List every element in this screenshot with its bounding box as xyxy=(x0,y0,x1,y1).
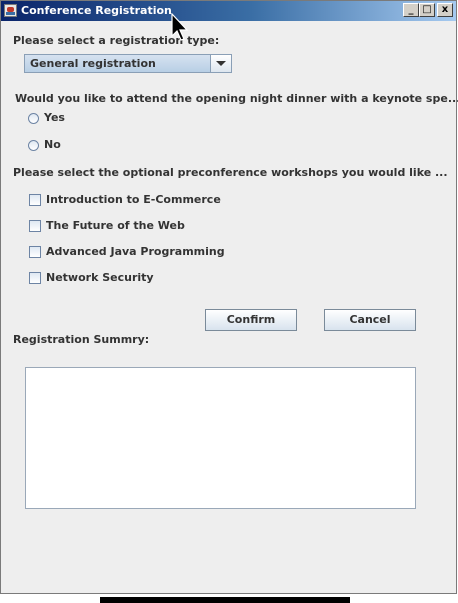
cancel-button[interactable]: Cancel xyxy=(324,309,416,331)
workshop-label-network-security[interactable]: Network Security xyxy=(46,271,154,284)
dinner-no-radio[interactable] xyxy=(28,140,39,151)
workshop-checkbox-ecommerce[interactable] xyxy=(29,194,41,206)
registration-summary-textarea[interactable] xyxy=(25,367,416,509)
close-button[interactable]: x xyxy=(437,3,453,17)
window-title: Conference Registration xyxy=(21,4,172,17)
workshop-checkbox-java[interactable] xyxy=(29,246,41,258)
maximize-button[interactable]: □ xyxy=(419,3,435,17)
dinner-question-label: Would you like to attend the opening nig… xyxy=(15,92,458,105)
dinner-yes-radio[interactable] xyxy=(28,113,39,124)
dinner-yes-label[interactable]: Yes xyxy=(44,111,65,124)
confirm-button[interactable]: Confirm xyxy=(205,309,297,331)
title-bar[interactable]: Conference Registration _ □ x xyxy=(1,1,456,21)
java-app-icon xyxy=(4,4,17,17)
workshops-label: Please select the optional preconference… xyxy=(13,166,448,179)
minimize-button[interactable]: _ xyxy=(403,3,419,17)
workshop-checkbox-future-web[interactable] xyxy=(29,220,41,232)
dinner-no-label[interactable]: No xyxy=(44,138,61,151)
registration-type-value: General registration xyxy=(30,57,156,70)
workshop-label-future-web[interactable]: The Future of the Web xyxy=(46,219,185,232)
summary-label: Registration Summry: xyxy=(13,333,150,346)
chevron-down-icon[interactable] xyxy=(210,55,231,72)
registration-type-select[interactable]: General registration xyxy=(24,54,232,73)
taskbar-strip xyxy=(100,597,350,603)
workshop-checkbox-network-security[interactable] xyxy=(29,272,41,284)
app-window: Conference Registration _ □ x Please sel… xyxy=(0,0,458,594)
workshop-label-java[interactable]: Advanced Java Programming xyxy=(46,245,225,258)
workshop-label-ecommerce[interactable]: Introduction to E-Commerce xyxy=(46,193,221,206)
mouse-pointer-icon xyxy=(171,13,189,41)
